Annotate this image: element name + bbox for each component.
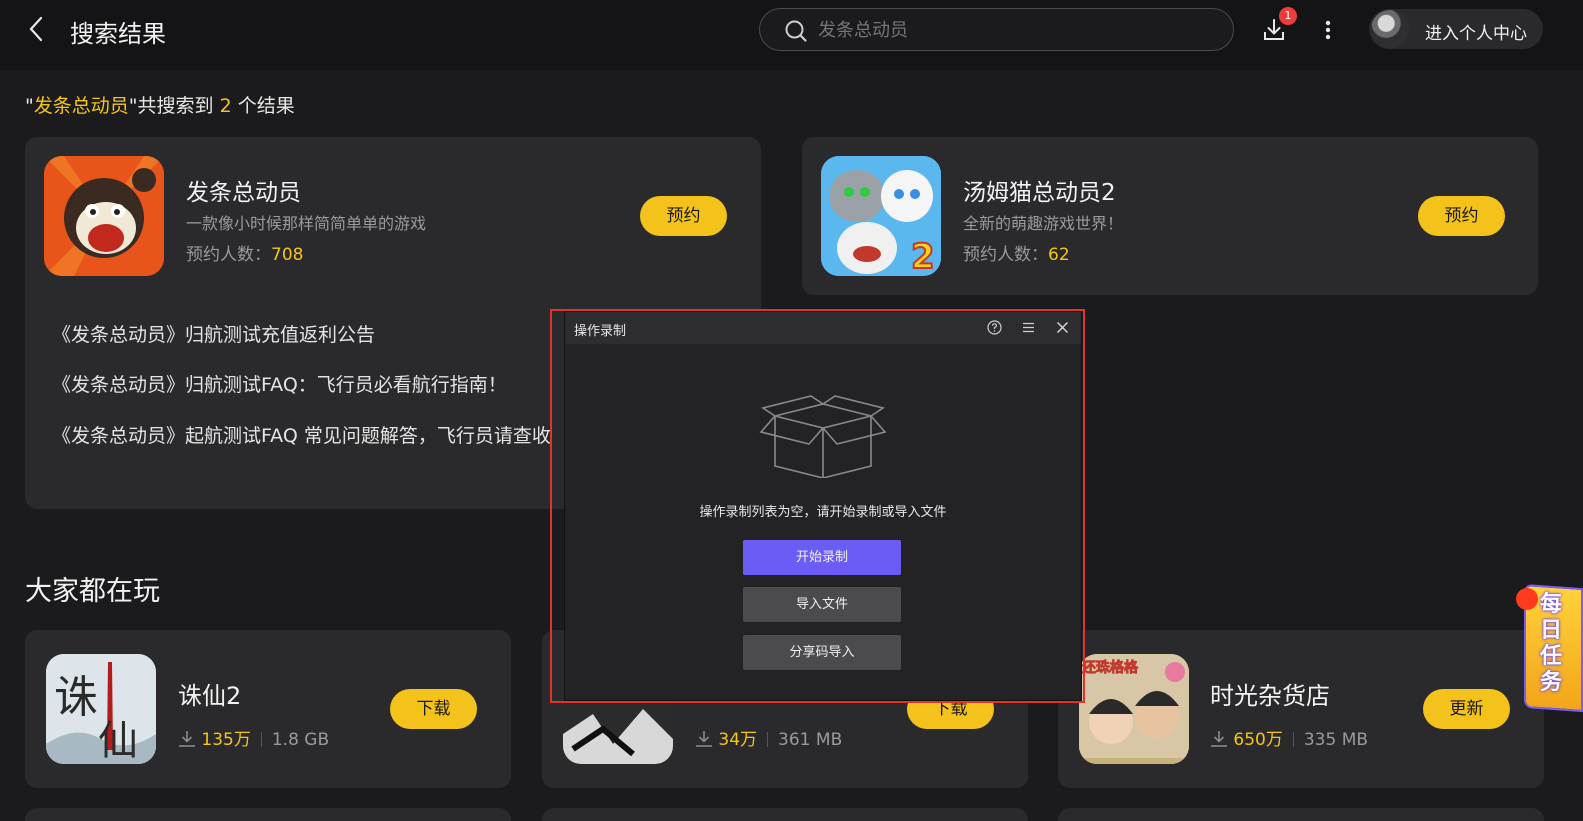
game-card-partial [25,808,511,821]
download-count: 650万 [1233,730,1283,750]
game-name: 诛仙2 [178,682,242,710]
notification-dot [1516,588,1538,610]
app-description: 全新的萌趣游戏世界！ [963,214,1124,233]
app-icon-zhuxian: 诛 仙 [46,654,156,764]
search-input[interactable] [818,17,1198,43]
dialog-header: 操作录制 [565,312,1081,344]
download-badge: 1 [1279,7,1297,25]
update-button[interactable]: 更新 [1423,689,1510,729]
app-icon-shiguang: 还珠格格 [1079,654,1189,764]
section-title: 大家都在玩 [25,576,160,607]
reservation-value: 62 [1048,245,1070,265]
download-button[interactable]: 下载 [390,689,477,729]
download-count-icon [1210,730,1228,750]
game-card-partial [542,808,1028,821]
reservation-count: 预约人数：62 [963,240,1070,265]
top-bar: 搜索结果 1 进入个人中心 [0,0,1583,70]
more-menu-icon[interactable] [1316,16,1340,44]
result-card[interactable]: 2 汤姆猫总动员2 全新的萌趣游戏世界！ 预约人数：62 预约 [802,137,1538,295]
svg-text:诛: 诛 [54,672,98,723]
game-card[interactable]: 诛 仙 诛仙2 135万 1.8 GB 下载 [25,630,511,788]
game-size: 1.8 GB [271,730,330,750]
user-center-label: 进入个人中心 [1425,24,1527,44]
reserve-button[interactable]: 预约 [640,196,727,236]
svg-text:仙: 仙 [98,718,138,764]
download-count: 135万 [201,730,251,750]
summary-quote: " [25,95,34,117]
import-file-button[interactable]: 导入文件 [743,587,901,622]
reservation-value: 708 [271,245,304,265]
search-summary: "发条总动员"共搜索到 2 个结果 [25,91,295,118]
game-name: 时光杂货店 [1210,682,1330,710]
summary-mid: "共搜索到 [128,95,214,117]
news-item[interactable]: 《发条总动员》归航测试充值返利公告 [52,320,375,347]
result-card[interactable]: 发条总动员 一款像小时候那样简简单单的游戏 预约人数：708 预约 [25,137,761,295]
dialog-title: 操作录制 [574,324,627,339]
reservation-label: 预约人数： [186,245,271,265]
operation-record-dialog: 操作录制 操作录制列表为空，请开始录制或导入文件 开始录制 导入文件 分享码导入 [565,312,1081,700]
news-item[interactable]: 《发条总动员》归航测试FAQ：飞行员必看航行指南！ [52,370,507,397]
app-icon-fatiao [44,156,164,276]
summary-keyword: 发条总动员 [33,95,129,117]
icon-title: 还珠格格 [1081,659,1139,676]
app-name: 汤姆猫总动员2 [963,180,1116,206]
reservation-label: 预约人数： [963,245,1048,265]
summary-tail: 个结果 [237,95,295,117]
avatar [1371,10,1409,48]
share-code-import-button[interactable]: 分享码导入 [743,635,901,670]
app-icon-tom: 2 [821,156,941,276]
search-box[interactable] [759,8,1234,51]
download-count-icon [695,730,713,750]
daily-task-label: 每日任务 [1539,592,1562,695]
game-meta: 135万 1.8 GB [178,725,329,750]
user-center-button[interactable]: 进入个人中心 [1369,9,1543,49]
reserve-button[interactable]: 预约 [1418,196,1505,236]
empty-box-icon [759,394,887,482]
news-item[interactable]: 《发条总动员》起航测试FAQ 常见问题解答，飞行员请查收 [52,421,551,448]
daily-task-button[interactable]: 每日任务 [1516,582,1583,713]
summary-count: 2 [219,95,232,117]
game-size: 361 MB [778,730,843,750]
back-arrow-icon[interactable] [22,14,52,44]
empty-message: 操作录制列表为空，请开始录制或导入文件 [699,505,947,520]
app-description: 一款像小时候那样简简单单的游戏 [186,214,427,233]
download-count: 34万 [718,730,758,750]
download-count-icon [178,730,196,750]
reservation-count: 预约人数：708 [186,240,303,265]
svg-text:2: 2 [911,237,935,276]
close-icon[interactable] [1054,319,1071,336]
menu-icon[interactable] [1020,319,1037,336]
game-meta: 34万 361 MB [695,725,842,750]
search-icon [784,19,808,47]
page-title: 搜索结果 [70,20,166,48]
help-icon[interactable] [986,319,1003,336]
app-name: 发条总动员 [186,180,301,206]
game-card-partial [1058,808,1544,821]
start-recording-button[interactable]: 开始录制 [743,540,901,575]
game-meta: 650万 335 MB [1210,725,1368,750]
game-card[interactable]: 还珠格格 时光杂货店 650万 335 MB 更新 [1058,630,1544,788]
game-size: 335 MB [1303,730,1369,750]
